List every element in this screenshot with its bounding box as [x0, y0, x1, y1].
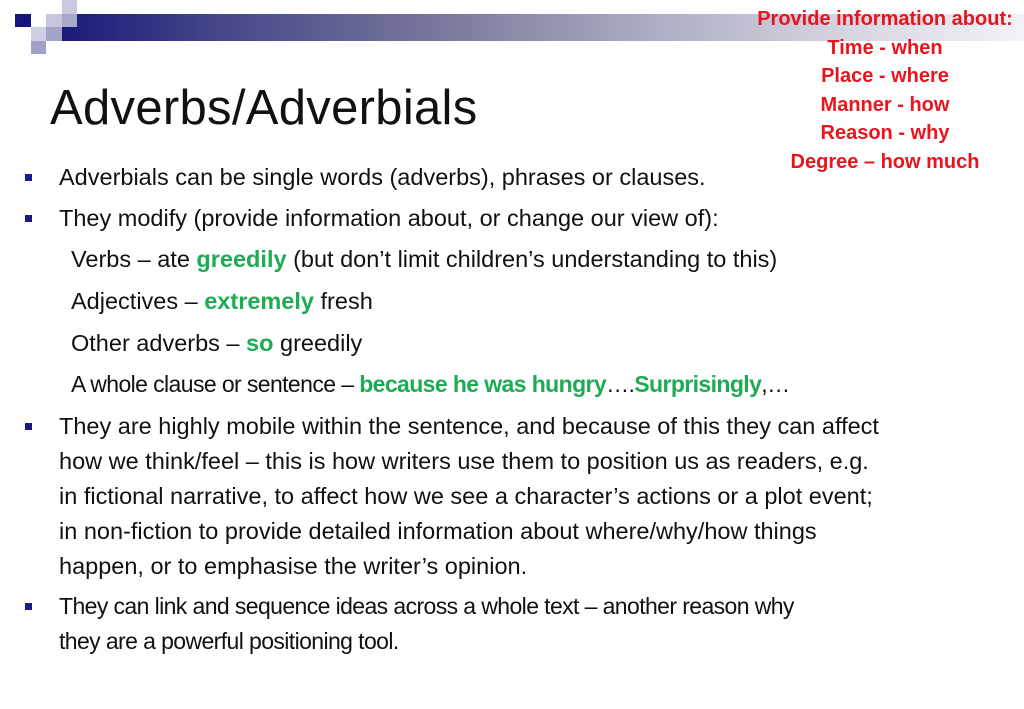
highlight-word: greedily — [196, 246, 287, 272]
deco-square — [15, 14, 31, 27]
ellipsis: …. — [606, 371, 635, 397]
deco-square — [46, 27, 62, 41]
info-box: Provide information about: Time - when P… — [745, 5, 1024, 177]
info-item-time: Time - when — [827, 36, 943, 59]
example-other-adverbs: Other adverbs – so greedily — [71, 326, 362, 361]
bullet-4-line: They can link and sequence ideas across … — [59, 593, 794, 619]
bullet-3-line: in non-fiction to provide detailed infor… — [59, 518, 817, 544]
example-label: Adjectives – — [71, 288, 205, 314]
highlight-word: so — [246, 330, 274, 356]
deco-square — [31, 41, 46, 54]
square-bullet-icon — [25, 174, 32, 181]
example-label: Other adverbs – — [71, 330, 247, 356]
deco-square — [62, 0, 77, 14]
example-tail: (but don’t limit children’s understandin… — [286, 246, 778, 272]
example-label: A whole clause or sentence – — [71, 371, 360, 397]
example-tail: fresh — [313, 288, 373, 314]
bullet-2-text: They modify (provide information about, … — [59, 205, 719, 231]
square-bullet-icon — [25, 603, 32, 610]
example-clause: A whole clause or sentence – because he … — [71, 367, 790, 402]
square-bullet-icon — [25, 423, 32, 430]
example-tail: greedily — [273, 330, 363, 356]
info-item-reason: Reason - why — [820, 122, 950, 145]
highlight-word: extremely — [204, 288, 314, 314]
bullet-3-line: happen, or to emphasise the writer’s opi… — [59, 553, 528, 579]
example-label: Verbs – ate — [71, 246, 197, 272]
bullet-3-line: how we think/feel – this is how writers … — [59, 448, 869, 474]
bullet-4-line: they are a powerful positioning tool. — [59, 628, 399, 654]
highlight-phrase: because he was hungry — [359, 371, 607, 397]
info-item-degree: Degree – how much — [790, 150, 980, 173]
info-item-place: Place - where — [821, 65, 949, 88]
highlight-word: Surprisingly — [634, 371, 762, 397]
example-verbs: Verbs – ate greedily (but don’t limit ch… — [71, 242, 777, 277]
example-adjectives: Adjectives – extremely fresh — [71, 284, 373, 319]
bullet-3-line: They are highly mobile within the senten… — [59, 413, 879, 439]
square-bullet-icon — [25, 215, 32, 222]
deco-square — [46, 14, 62, 27]
info-heading: Provide information about: — [757, 8, 1013, 30]
deco-square — [31, 27, 46, 41]
deco-square — [62, 14, 77, 27]
info-item-manner: Manner - how — [820, 93, 950, 116]
bullet-1-text: Adverbials can be single words (adverbs)… — [59, 164, 706, 190]
example-tail: ,… — [761, 371, 790, 397]
bullet-3-line: in fictional narrative, to affect how we… — [59, 483, 873, 509]
deco-square — [31, 14, 46, 27]
slide-title: Adverbs/Adverbials — [50, 80, 478, 135]
